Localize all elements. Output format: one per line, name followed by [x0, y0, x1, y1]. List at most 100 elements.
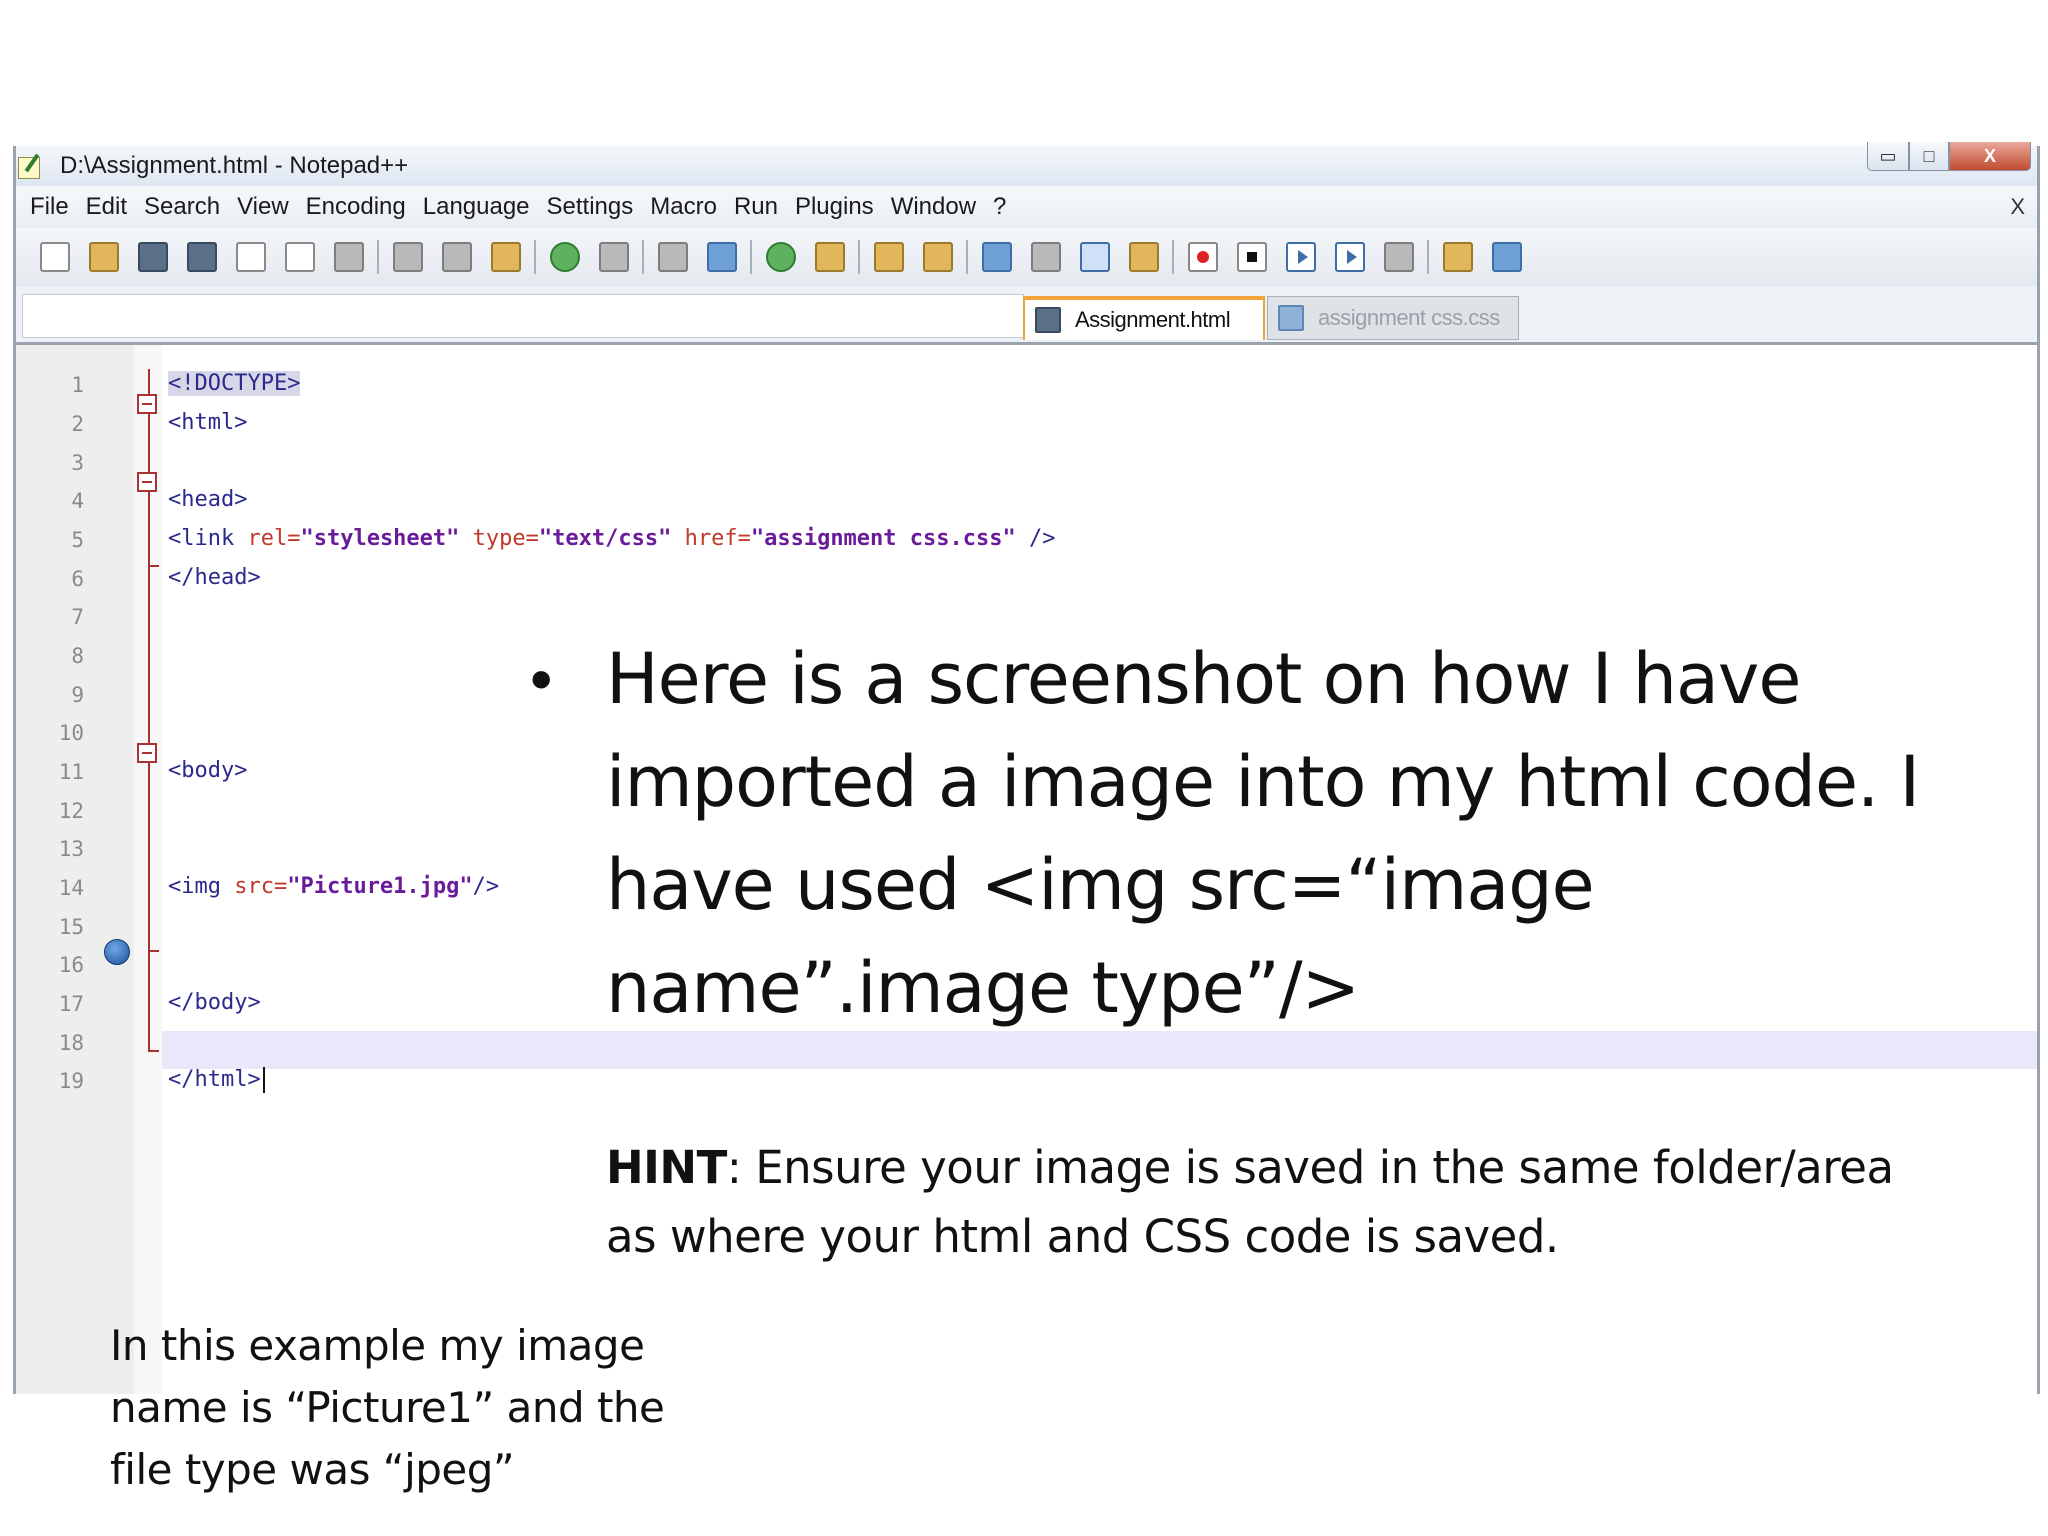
line-number: 19	[58, 1069, 84, 1093]
code-line-19: </html>	[168, 1067, 265, 1093]
menu-plugins[interactable]: Plugins	[795, 193, 874, 221]
toolbar-separator	[750, 240, 752, 274]
spell-check-icon[interactable]	[1492, 242, 1522, 272]
minimize-button[interactable]: ▭	[1867, 142, 1909, 171]
fold-toggle-html[interactable]	[137, 394, 157, 414]
toolbar-separator	[534, 240, 536, 274]
menu-window[interactable]: Window	[891, 193, 976, 221]
close-all-icon[interactable]	[285, 242, 315, 272]
user-language-icon[interactable]	[1129, 242, 1159, 272]
line-number: 18	[58, 1031, 84, 1055]
sync-horizontal-icon[interactable]	[923, 242, 953, 272]
slide-note: In this example my image name is “Pictur…	[110, 1321, 665, 1494]
line-number: 4	[71, 489, 84, 513]
new-file-icon[interactable]	[40, 242, 70, 272]
html-close-tag: </html>	[168, 1067, 261, 1092]
line-number: 1	[71, 373, 84, 397]
line-number: 9	[71, 683, 84, 707]
line-number: 3	[71, 451, 84, 475]
fold-end-marker	[148, 565, 159, 567]
word-wrap-icon[interactable]	[982, 242, 1012, 272]
menu-help[interactable]: ?	[993, 193, 1006, 221]
print-icon[interactable]	[334, 242, 364, 272]
playback-macro-icon[interactable]	[1286, 242, 1316, 272]
record-macro-icon[interactable]	[1188, 242, 1218, 272]
bullet-marker: •	[530, 643, 553, 715]
body-close-tag: </body>	[168, 990, 261, 1015]
toolbar-separator	[1172, 240, 1174, 274]
toolbar	[16, 228, 2037, 286]
menu-edit[interactable]: Edit	[86, 193, 127, 221]
link-tag-open: <link	[168, 526, 248, 551]
open-file-icon[interactable]	[89, 242, 119, 272]
save-icon[interactable]	[138, 242, 168, 272]
fold-end-marker	[148, 950, 159, 952]
stop-recording-icon[interactable]	[1237, 242, 1267, 272]
tab-assignment-css[interactable]: assignment css.css	[1267, 296, 1519, 340]
sync-vertical-icon[interactable]	[874, 242, 904, 272]
tab-assignment-html[interactable]: Assignment.html	[1023, 296, 1265, 340]
menu-language[interactable]: Language	[423, 193, 530, 221]
menu-file[interactable]: File	[30, 193, 69, 221]
window-controls: ▭ □ X	[1867, 142, 2031, 171]
bookmark-icon[interactable]	[104, 939, 130, 965]
line-number: 8	[71, 644, 84, 668]
hint-text: : Ensure your image is saved in the same…	[606, 1141, 1894, 1263]
text-caret	[262, 1067, 265, 1093]
line-number: 13	[58, 837, 84, 861]
undo-icon[interactable]	[550, 242, 580, 272]
saved-file-icon	[1035, 307, 1061, 333]
fold-toggle-body[interactable]	[137, 743, 157, 763]
redo-icon[interactable]	[599, 242, 629, 272]
menu-run[interactable]: Run	[734, 193, 778, 221]
find-icon[interactable]	[658, 242, 688, 272]
img-tag-open: <img	[168, 874, 235, 899]
tab-strip-empty-area	[22, 294, 1024, 338]
menu-encoding[interactable]: Encoding	[306, 193, 406, 221]
doctype-tag: <!DOCTYPE>	[168, 371, 301, 396]
replace-icon[interactable]	[707, 242, 737, 272]
save-macro-icon[interactable]	[1384, 242, 1414, 272]
src-attribute: src=	[234, 874, 288, 899]
line-number: 11	[58, 760, 84, 784]
zoom-out-icon[interactable]	[815, 242, 845, 272]
tab-label: assignment css.css	[1318, 305, 1500, 330]
rel-attribute: rel=	[247, 526, 301, 551]
html-open-tag: <html>	[168, 410, 248, 435]
code-line-6: </head>	[168, 565, 261, 590]
title-bar: D:\Assignment.html - Notepad++ ▭ □ X	[16, 142, 2037, 186]
line-number: 6	[71, 567, 84, 591]
copy-icon[interactable]	[442, 242, 472, 272]
save-all-icon[interactable]	[187, 242, 217, 272]
href-attribute: href=	[671, 526, 751, 551]
window-title: D:\Assignment.html - Notepad++	[60, 152, 409, 179]
toolbar-separator	[966, 240, 968, 274]
menu-macro[interactable]: Macro	[650, 193, 717, 221]
menu-search[interactable]: Search	[144, 193, 220, 221]
zoom-in-icon[interactable]	[766, 242, 796, 272]
fold-toggle-head[interactable]	[137, 472, 157, 492]
href-value: "assignment css.css"	[750, 526, 1016, 551]
indent-guide-icon[interactable]	[1080, 242, 1110, 272]
show-all-characters-icon[interactable]	[1031, 242, 1061, 272]
paste-icon[interactable]	[491, 242, 521, 272]
head-close-tag: </head>	[168, 565, 261, 590]
run-macro-multiple-icon[interactable]	[1335, 242, 1365, 272]
code-line-17: </body>	[168, 990, 261, 1015]
rel-value: "stylesheet"	[300, 526, 460, 551]
maximize-button[interactable]: □	[1909, 142, 1949, 171]
menu-view[interactable]: View	[237, 193, 289, 221]
plugin-icon[interactable]	[1443, 242, 1473, 272]
slide-hint: HINT: Ensure your image is saved in the …	[606, 1133, 1946, 1271]
menu-settings[interactable]: Settings	[547, 193, 634, 221]
toolbar-separator	[642, 240, 644, 274]
cut-icon[interactable]	[393, 242, 423, 272]
head-open-tag: <head>	[168, 487, 248, 512]
src-value: "Picture1.jpg"	[287, 874, 473, 899]
toolbar-separator	[377, 240, 379, 274]
close-button[interactable]: X	[1949, 142, 2031, 171]
close-file-icon[interactable]	[236, 242, 266, 272]
body-open-tag: <body>	[168, 758, 248, 783]
close-document-button[interactable]: X	[2010, 194, 2025, 220]
fold-end-marker	[148, 1050, 159, 1052]
